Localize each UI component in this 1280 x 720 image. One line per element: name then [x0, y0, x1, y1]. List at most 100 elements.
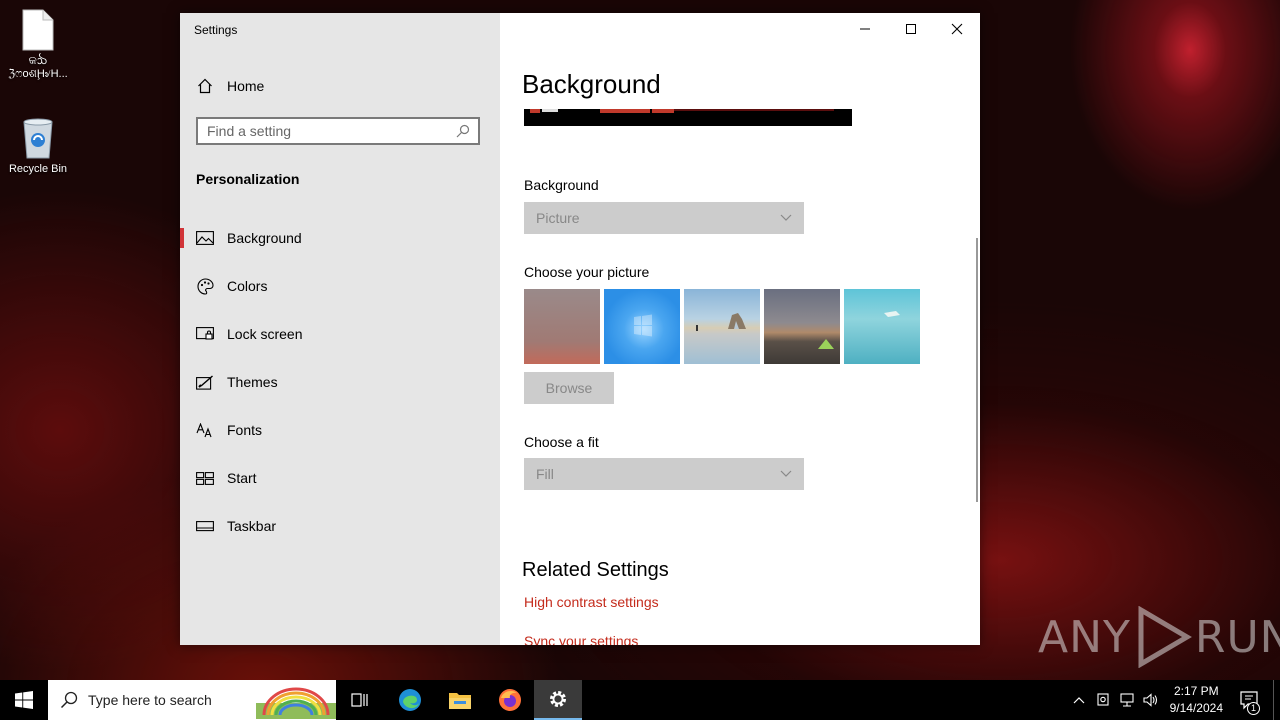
windows-start-icon: [15, 691, 33, 709]
night-camp-image: [818, 339, 834, 349]
fonts-icon: [196, 421, 214, 439]
taskbar-search-placeholder: Type here to search: [88, 692, 212, 708]
settings-taskbar-button[interactable]: [534, 680, 582, 720]
minimize-button[interactable]: [842, 13, 888, 45]
watermark-text-left: ANY: [1038, 611, 1131, 663]
sidebar-item-label: Background: [227, 230, 302, 246]
picture-icon: [196, 229, 214, 247]
underwater-swimmer-image: [884, 311, 900, 317]
play-logo-icon: [1138, 606, 1192, 668]
sidebar-item-label: Themes: [227, 374, 278, 390]
sidebar-item-label: Colors: [227, 278, 268, 294]
sidebar-item-label: Fonts: [227, 422, 263, 438]
taskbar-search-box[interactable]: Type here to search: [48, 680, 336, 720]
taskbar-icon: [196, 517, 214, 535]
fit-dropdown[interactable]: Fill: [524, 458, 804, 490]
sidebar-item-label: Lock screen: [227, 326, 303, 342]
task-view-button[interactable]: [336, 680, 384, 720]
recycle-bin-icon: [23, 118, 53, 159]
sidebar-item-colors[interactable]: Colors: [180, 266, 500, 306]
firefox-icon: [499, 689, 521, 711]
sidebar-item-background[interactable]: Background: [180, 218, 500, 258]
choose-fit-label: Choose a fit: [524, 434, 599, 450]
chevron-up-icon: [1073, 697, 1085, 704]
section-title: Personalization: [196, 171, 300, 187]
search-input[interactable]: [198, 119, 447, 143]
notification-center-button[interactable]: 1: [1234, 680, 1264, 720]
background-dropdown[interactable]: Picture: [524, 202, 804, 234]
search-icon[interactable]: [456, 124, 470, 143]
choose-picture-label: Choose your picture: [524, 264, 650, 280]
file-explorer-button[interactable]: [436, 680, 484, 720]
background-preview: [524, 109, 852, 126]
sidebar-item-taskbar[interactable]: Taskbar: [180, 506, 500, 546]
close-icon: [951, 23, 963, 35]
background-label: Background: [524, 177, 599, 193]
picture-thumbnail-3[interactable]: [684, 289, 760, 364]
sync-settings-link[interactable]: Sync your settings: [524, 633, 638, 645]
speaker-icon: [1143, 693, 1158, 707]
sidebar-item-label: Taskbar: [227, 518, 277, 534]
clock-date: 9/14/2024: [1169, 701, 1223, 715]
main-content: Background Background Picture Choose you…: [500, 13, 980, 645]
picture-thumbnail-5[interactable]: [844, 289, 920, 364]
close-button[interactable]: [934, 13, 980, 45]
sidebar: Settings Home Personalization Background: [180, 13, 500, 645]
desktop-file-label-1: କᨨ: [28, 55, 48, 67]
clock[interactable]: 2:17 PM 9/14/2024: [1170, 683, 1223, 717]
search-icon: [60, 691, 78, 709]
gear-icon: [550, 691, 566, 707]
maximize-icon: [906, 24, 916, 34]
chevron-down-icon: [780, 214, 792, 221]
picture-thumbnail-4[interactable]: [764, 289, 840, 364]
recycle-bin-label: Recycle Bin: [8, 163, 68, 175]
edge-browser-icon: [399, 689, 421, 711]
minimize-icon: [860, 28, 870, 30]
picture-thumbnail-2[interactable]: [604, 289, 680, 364]
search-highlight-rainbow-icon: [256, 687, 336, 719]
show-hidden-icons-button[interactable]: [1068, 680, 1090, 720]
file-icon: [22, 9, 54, 51]
taskbar: Type here to search 2:17 PM 9/14/2024 1: [0, 680, 1280, 720]
fit-dropdown-value: Fill: [536, 466, 554, 482]
start-icon: [196, 469, 214, 487]
edge-button[interactable]: [386, 680, 434, 720]
volume-button[interactable]: [1140, 680, 1162, 720]
themes-icon: [196, 373, 214, 391]
palette-icon: [196, 277, 214, 295]
browse-button[interactable]: Browse: [524, 372, 614, 404]
clock-time: 2:17 PM: [1173, 684, 1219, 698]
windows-logo-icon: [634, 314, 652, 337]
sidebar-item-themes[interactable]: Themes: [180, 362, 500, 402]
scrollbar[interactable]: [976, 238, 978, 502]
find-setting-search[interactable]: [196, 117, 480, 145]
folder-icon: [449, 693, 471, 709]
meet-now-button[interactable]: [1092, 680, 1114, 720]
notification-count-badge: 1: [1247, 702, 1260, 715]
home-nav-item[interactable]: Home: [196, 75, 264, 97]
home-icon: [196, 77, 214, 95]
sidebar-item-start[interactable]: Start: [180, 458, 500, 498]
high-contrast-link[interactable]: High contrast settings: [524, 594, 659, 610]
sidebar-item-label: Start: [227, 470, 257, 486]
picture-thumbnail-1[interactable]: [524, 289, 600, 364]
chevron-down-icon: [780, 470, 792, 477]
recycle-bin-shortcut[interactable]: Recycle Bin: [0, 116, 76, 176]
maximize-button[interactable]: [888, 13, 934, 45]
settings-window: Settings Home Personalization Background: [180, 13, 980, 645]
show-desktop-button[interactable]: [1273, 680, 1280, 720]
page-title: Background: [522, 69, 661, 99]
lock-screen-icon: [196, 325, 214, 343]
desktop-file-label-2: ℨෆᴏଶḨ৶H...: [8, 68, 68, 80]
device-icon: [1097, 693, 1109, 706]
related-settings-title: Related Settings: [522, 559, 669, 581]
network-button[interactable]: [1116, 680, 1138, 720]
home-label: Home: [227, 78, 265, 94]
start-button[interactable]: [0, 680, 48, 720]
anyrun-watermark: ANY RUN: [1038, 606, 1280, 668]
firefox-button[interactable]: [486, 680, 534, 720]
desktop-file-icon[interactable]: କᨨ ℨෆᴏଶḨ৶H...: [0, 8, 76, 81]
task-view-icon: [351, 693, 368, 707]
sidebar-item-lock-screen[interactable]: Lock screen: [180, 314, 500, 354]
sidebar-item-fonts[interactable]: Fonts: [180, 410, 500, 450]
